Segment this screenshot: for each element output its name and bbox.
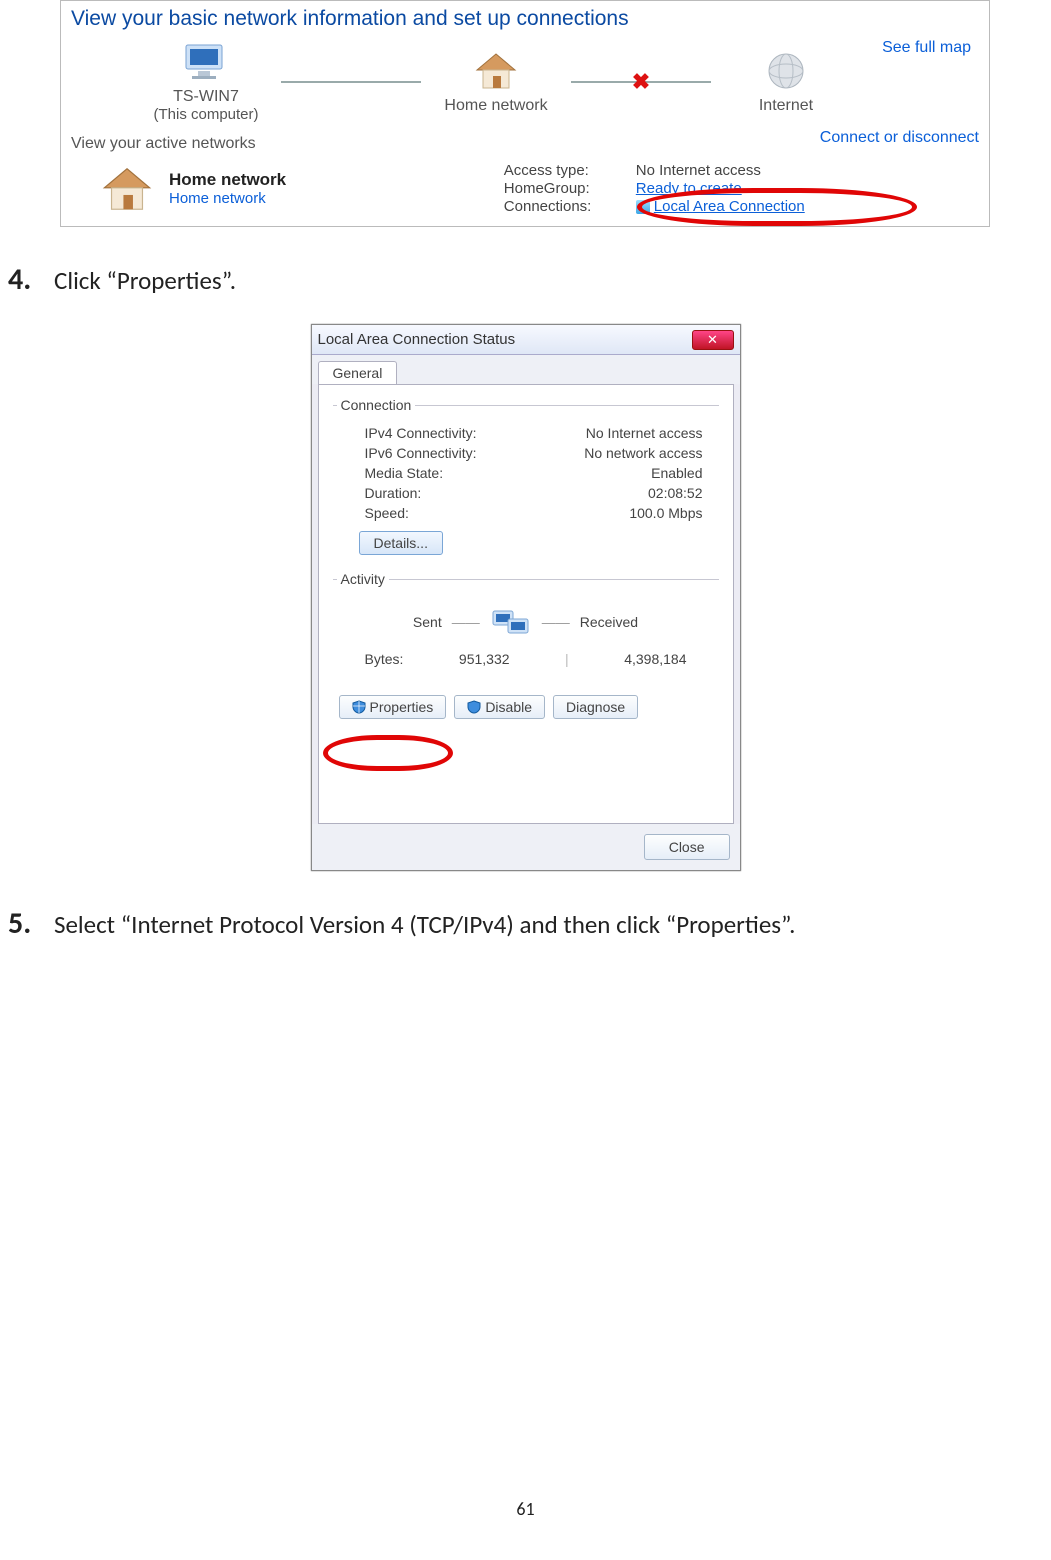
step-5-text: Select “Internet Protocol Version 4 (TCP… — [54, 909, 795, 940]
node-home-name: Home network — [421, 97, 571, 115]
speed-label: Speed: — [365, 505, 409, 521]
dash-left: —— — [452, 614, 480, 630]
step-4-number: 4. — [8, 261, 44, 298]
node-internet-name: Internet — [711, 97, 861, 115]
globe-icon — [765, 50, 807, 92]
page-number: 61 — [0, 1498, 1051, 1520]
node-computer-sub: (This computer) — [131, 106, 281, 123]
local-area-connection-link[interactable]: Local Area Connection — [636, 198, 979, 215]
house-icon — [99, 164, 155, 214]
active-network-left: Home network Home network — [99, 161, 504, 216]
shield-icon — [467, 700, 481, 714]
bytes-row: Bytes: 951,332 | 4,398,184 — [337, 647, 715, 671]
connection-group: Connection IPv4 Connectivity: No Internet… — [333, 397, 719, 559]
network-sharing-panel: View your basic network information and … — [60, 0, 990, 227]
tab-general[interactable]: General — [318, 361, 398, 384]
speed-value: 100.0 Mbps — [629, 505, 702, 521]
duration-label: Duration: — [365, 485, 422, 501]
active-networks-label: View your active networks — [71, 135, 256, 153]
step-5: 5. Select “Internet Protocol Version 4 (… — [8, 905, 1051, 942]
step-4: 4. Click “Properties”. — [8, 261, 1051, 298]
bytes-divider: | — [565, 651, 569, 667]
media-state-value: Enabled — [651, 465, 702, 481]
close-button[interactable]: ✕ — [692, 330, 734, 350]
ipv6-value: No network access — [584, 445, 702, 461]
sent-label: Sent — [413, 614, 442, 630]
connect-disconnect-link[interactable]: Connect or disconnect — [820, 129, 979, 147]
lan-status-dialog: Local Area Connection Status ✕ General C… — [311, 324, 741, 871]
properties-button[interactable]: Properties — [339, 695, 447, 719]
annotation-red-circle — [323, 735, 453, 771]
bytes-label: Bytes: — [365, 651, 404, 667]
ipv4-label: IPv4 Connectivity: — [365, 425, 477, 441]
connection-legend: Connection — [337, 397, 416, 413]
node-internet: Internet — [711, 50, 861, 115]
link-home-internet-broken: ✖ — [571, 72, 711, 92]
see-full-map-link[interactable]: See full map — [882, 39, 971, 57]
diagnose-button[interactable]: Diagnose — [553, 695, 638, 719]
access-type-value: No Internet access — [636, 162, 979, 179]
bytes-sent: 951,332 — [459, 651, 510, 667]
cross-icon: ✖ — [632, 69, 650, 95]
media-state-label: Media State: — [365, 465, 444, 481]
dialog-title: Local Area Connection Status — [318, 331, 516, 348]
active-network-details: Access type: No Internet access HomeGrou… — [504, 161, 979, 216]
connection-name: Local Area Connection — [654, 198, 805, 215]
sent-received-row: Sent —— —— Received — [337, 605, 715, 639]
network-plug-icon — [636, 200, 650, 214]
tab-row: General — [312, 355, 740, 384]
network-map-row: TS-WIN7 (This computer) Home network ✖ — [71, 37, 979, 123]
activity-legend: Activity — [337, 571, 389, 587]
shield-icon — [352, 700, 366, 714]
ipv4-value: No Internet access — [586, 425, 703, 441]
general-panel: Connection IPv4 Connectivity: No Internet… — [318, 384, 734, 824]
active-networks-header: View your active networks Connect or dis… — [71, 123, 979, 153]
node-this-computer: TS-WIN7 (This computer) — [131, 41, 281, 123]
activity-group: Activity Sent —— —— Received — [333, 571, 719, 675]
homegroup-label: HomeGroup: — [504, 180, 624, 197]
properties-button-label: Properties — [370, 699, 434, 715]
disable-button[interactable]: Disable — [454, 695, 545, 719]
disable-button-label: Disable — [485, 699, 532, 715]
dash-right: —— — [542, 614, 570, 630]
close-button[interactable]: Close — [644, 834, 730, 860]
dialog-bottom-bar: Close — [312, 824, 740, 870]
step-5-number: 5. — [8, 905, 44, 942]
active-network-type-link[interactable]: Home network — [169, 190, 266, 207]
node-home-network: Home network — [421, 50, 571, 115]
action-button-row: Properties Disable Diagnose — [333, 695, 719, 719]
node-computer-name: TS-WIN7 — [131, 88, 281, 106]
active-network-name: Home network — [169, 170, 286, 190]
details-button[interactable]: Details... — [359, 531, 443, 555]
homegroup-link[interactable]: Ready to create — [636, 180, 979, 197]
monitor-icon — [180, 41, 232, 83]
received-label: Received — [580, 614, 638, 630]
computers-icon — [490, 605, 532, 639]
link-computer-home — [281, 72, 421, 92]
step-4-text: Click “Properties”. — [54, 265, 236, 296]
panel-title: View your basic network information and … — [71, 7, 979, 31]
ipv6-label: IPv6 Connectivity: — [365, 445, 477, 461]
dialog-titlebar: Local Area Connection Status ✕ — [312, 325, 740, 355]
connections-label: Connections: — [504, 198, 624, 215]
bytes-received: 4,398,184 — [624, 651, 686, 667]
house-icon — [473, 50, 519, 92]
access-type-label: Access type: — [504, 162, 624, 179]
active-network-row: Home network Home network Access type: N… — [71, 161, 979, 216]
duration-value: 02:08:52 — [648, 485, 703, 501]
